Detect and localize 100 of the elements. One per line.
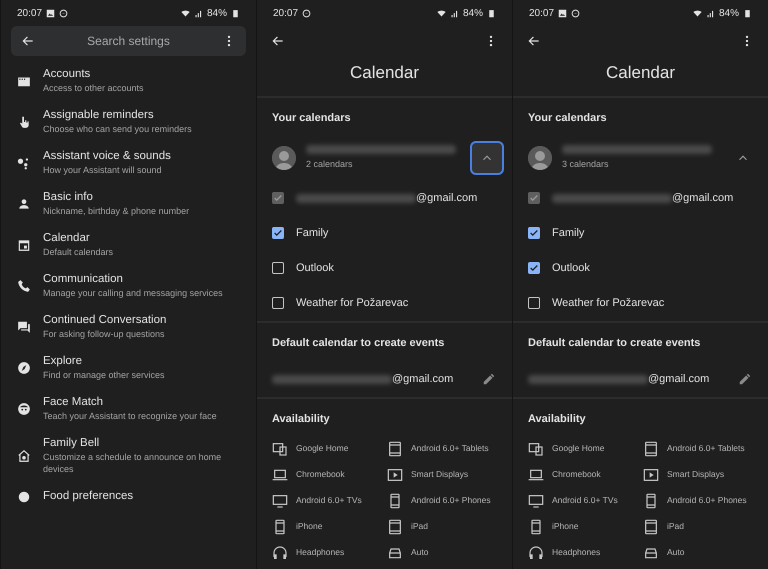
- calendar-name: @gmail.com: [672, 190, 734, 206]
- calendar-name: Weather for Požarevac: [552, 296, 664, 311]
- settings-item[interactable]: Face Match Teach your Assistant to recognize your face: [1, 388, 256, 429]
- device-label: iPhone: [552, 521, 578, 532]
- wifi-icon: [436, 8, 446, 18]
- compass-icon: [17, 360, 31, 374]
- item-subtitle: How your Assistant will sound: [43, 164, 163, 176]
- settings-item[interactable]: Assignable reminders Choose who can send you reminders: [1, 101, 256, 142]
- settings-item[interactable]: Assistant voice & sounds How your Assistant will sound: [1, 142, 256, 183]
- item-subtitle: Choose who can send you reminders: [43, 123, 192, 135]
- laptop-icon: [528, 466, 544, 482]
- house-icon: [17, 448, 31, 462]
- item-subtitle: Default calendars: [43, 246, 114, 258]
- page-title: Calendar: [605, 62, 676, 84]
- checkbox[interactable]: [528, 227, 540, 239]
- speaker-icon: [528, 440, 544, 456]
- section-heading: Default calendar to create events: [271, 336, 446, 350]
- item-title: Continued Conversation: [43, 313, 166, 328]
- wifi-icon: [692, 8, 702, 18]
- default-calendar-value: @gmail.com: [392, 372, 454, 387]
- back-arrow-icon[interactable]: [527, 34, 541, 48]
- item-title: Calendar: [43, 231, 91, 246]
- device-label: Chromebook: [296, 469, 345, 480]
- back-arrow-icon[interactable]: [271, 34, 285, 48]
- calendar-icon: [17, 238, 31, 252]
- item-title: Assistant voice & sounds: [43, 149, 171, 164]
- device-label: Android 6.0+ Phones: [411, 495, 491, 506]
- settings-item[interactable]: Communication Manage your calling and messaging services: [1, 265, 256, 306]
- device-label: Smart Displays: [667, 469, 724, 480]
- account-subtitle: 3 calendars: [562, 158, 610, 170]
- settings-item[interactable]: Calendar Default calendars: [1, 224, 256, 265]
- status-time: 20:07: [529, 6, 554, 20]
- account-subtitle: 2 calendars: [306, 158, 354, 170]
- item-subtitle: Manage your calling and messaging services: [43, 287, 223, 299]
- back-arrow-icon[interactable]: [21, 34, 35, 48]
- section-heading: Your calendars: [527, 111, 608, 126]
- page-title: Calendar: [349, 62, 420, 84]
- device-label: Android 6.0+ Tablets: [411, 443, 489, 454]
- edit-icon[interactable]: [738, 372, 752, 386]
- settings-item[interactable]: Accounts Access to other accounts: [1, 60, 256, 101]
- device-label: Android 6.0+ TVs: [552, 495, 618, 506]
- item-subtitle: Customize a schedule to announce on home devices: [43, 451, 222, 475]
- device-label: Android 6.0+ TVs: [296, 495, 362, 506]
- battery-percentage: 84%: [206, 6, 227, 20]
- messenger-icon: [571, 8, 580, 18]
- item-title: Food preferences: [43, 489, 134, 504]
- checkbox[interactable]: [272, 227, 284, 239]
- battery-percentage: 84%: [462, 6, 483, 20]
- device-label: Auto: [667, 547, 684, 558]
- settings-item[interactable]: Continued Conversation For asking follow-up questions: [1, 306, 256, 347]
- battery-icon: [231, 8, 240, 18]
- item-title: Family Bell: [43, 436, 100, 451]
- device-label: Headphones: [296, 547, 344, 558]
- settings-item[interactable]: Food preferences: [1, 482, 256, 511]
- dots-icon: [17, 156, 31, 170]
- search-field[interactable]: Search settings: [54, 31, 204, 51]
- status-time: 20:07: [273, 6, 298, 20]
- hand-icon: [17, 114, 31, 128]
- settings-item[interactable]: Explore Find or manage other services: [1, 347, 256, 388]
- speaker-icon: [272, 440, 288, 456]
- calendar-name: Family: [552, 226, 584, 241]
- wifi-icon: [180, 8, 190, 18]
- item-subtitle: Teach your Assistant to recognize your face: [43, 410, 217, 422]
- headphones-icon: [528, 544, 544, 560]
- laptop-icon: [272, 466, 288, 482]
- item-title: Accounts: [43, 67, 92, 82]
- section-heading: Default calendar to create events: [527, 336, 702, 350]
- device-label: Smart Displays: [411, 469, 468, 480]
- signal-icon: [450, 8, 459, 18]
- monitor-icon: [272, 492, 288, 508]
- person-icon: [17, 196, 31, 210]
- signal-icon: [706, 8, 715, 18]
- messenger-icon: [59, 8, 68, 18]
- section-heading: Availability: [527, 412, 587, 427]
- checkbox[interactable]: [272, 297, 284, 309]
- device-label: Android 6.0+ Phones: [667, 495, 747, 506]
- image-icon: [558, 8, 568, 18]
- edit-icon[interactable]: [482, 372, 496, 386]
- tablet-icon: [643, 440, 659, 456]
- checkbox[interactable]: [272, 262, 284, 274]
- settings-item[interactable]: Family Bell Customize a schedule to announce on home devices: [1, 429, 256, 482]
- collapse-button[interactable]: [470, 140, 504, 174]
- settings-item[interactable]: Basic info Nickname, birthday & phone number: [1, 183, 256, 224]
- item-title: Assignable reminders: [43, 108, 155, 123]
- item-subtitle: Access to other accounts: [43, 82, 144, 94]
- calendar-name: Outlook: [552, 260, 590, 276]
- messenger-icon: [302, 8, 312, 18]
- checkbox[interactable]: [528, 297, 540, 309]
- item-subtitle: Find or manage other services: [43, 369, 165, 381]
- calendar-name: Weather for Požarevac: [296, 296, 408, 311]
- image-icon: [46, 8, 56, 18]
- device-label: Android 6.0+ Tablets: [667, 443, 745, 454]
- calendar-name: @gmail.com: [416, 190, 478, 206]
- phone-icon: [17, 278, 31, 292]
- avatar: [272, 146, 296, 170]
- search-bar[interactable]: Search settings: [11, 26, 246, 56]
- checkbox[interactable]: [528, 262, 540, 274]
- item-subtitle: Nickname, birthday & phone number: [43, 205, 190, 217]
- tablet-icon: [643, 518, 659, 534]
- tablet-icon: [387, 440, 403, 456]
